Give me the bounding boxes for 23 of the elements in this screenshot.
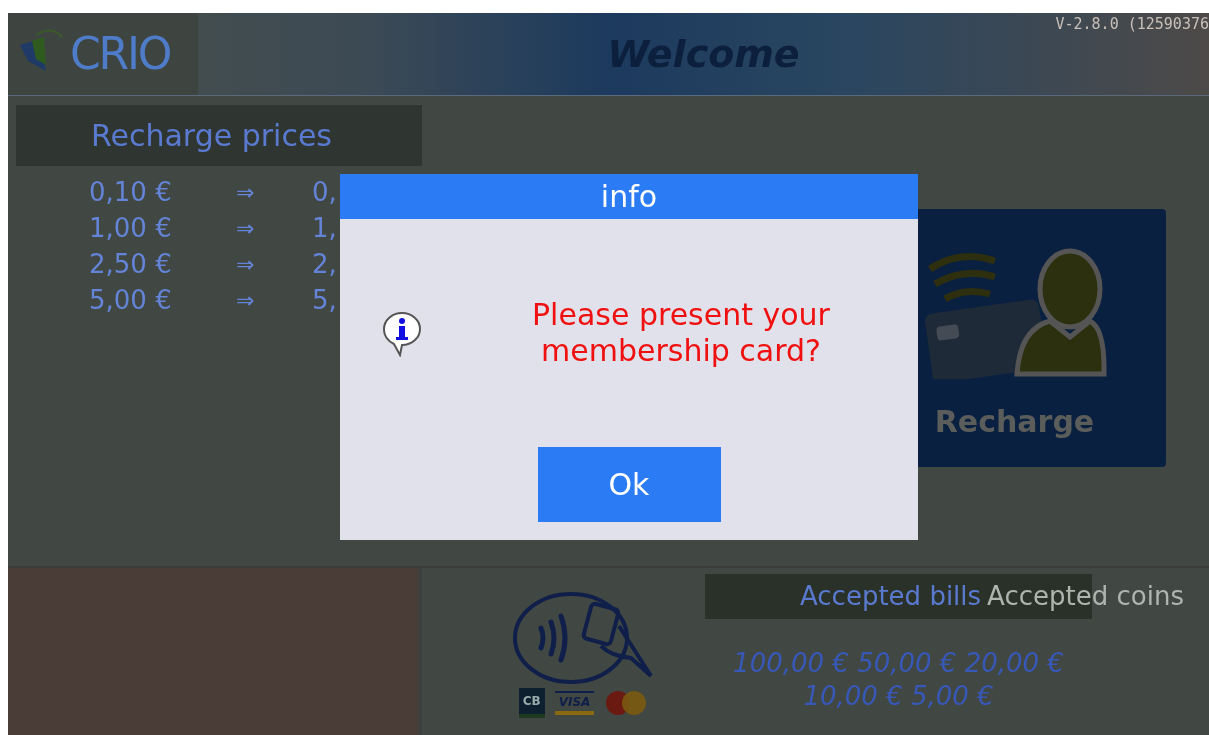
version-text: V-2.8.0 (12590376: [1055, 14, 1209, 35]
dialog-title-bar: info: [340, 174, 918, 219]
price-amount: 5,00 €: [89, 283, 173, 317]
arrow-text: ⇒: [236, 214, 256, 243]
arrow-text: ⇒: [236, 250, 256, 279]
bills-title: Accepted bills: [800, 580, 982, 613]
dialog-message: Please present your membership card?: [531, 297, 831, 369]
arrow-text: ⇒: [236, 178, 256, 207]
coins-title: Accepted coins: [987, 580, 1184, 613]
credit-amount: 1,: [312, 211, 337, 245]
credit-amount: 2,: [312, 247, 337, 281]
logo-text: CRIO: [70, 32, 171, 76]
credit-amount: 5,: [312, 283, 337, 317]
mastercard-logo-icon: [604, 689, 649, 716]
cb-logo: CB: [518, 687, 545, 718]
credit-amount: 0,: [312, 175, 337, 209]
price-amount: 0,10 €: [89, 175, 173, 209]
prices-header: Recharge prices: [16, 105, 422, 166]
ok-button[interactable]: Ok: [537, 447, 721, 522]
arrow-text: ⇒: [236, 286, 256, 315]
price-amount: 2,50 €: [89, 247, 173, 281]
price-amount: 1,00 €: [89, 211, 173, 245]
bills-list: 100,00 € 50,00 € 20,00 € 10,00 € 5,00 €: [708, 647, 1089, 713]
